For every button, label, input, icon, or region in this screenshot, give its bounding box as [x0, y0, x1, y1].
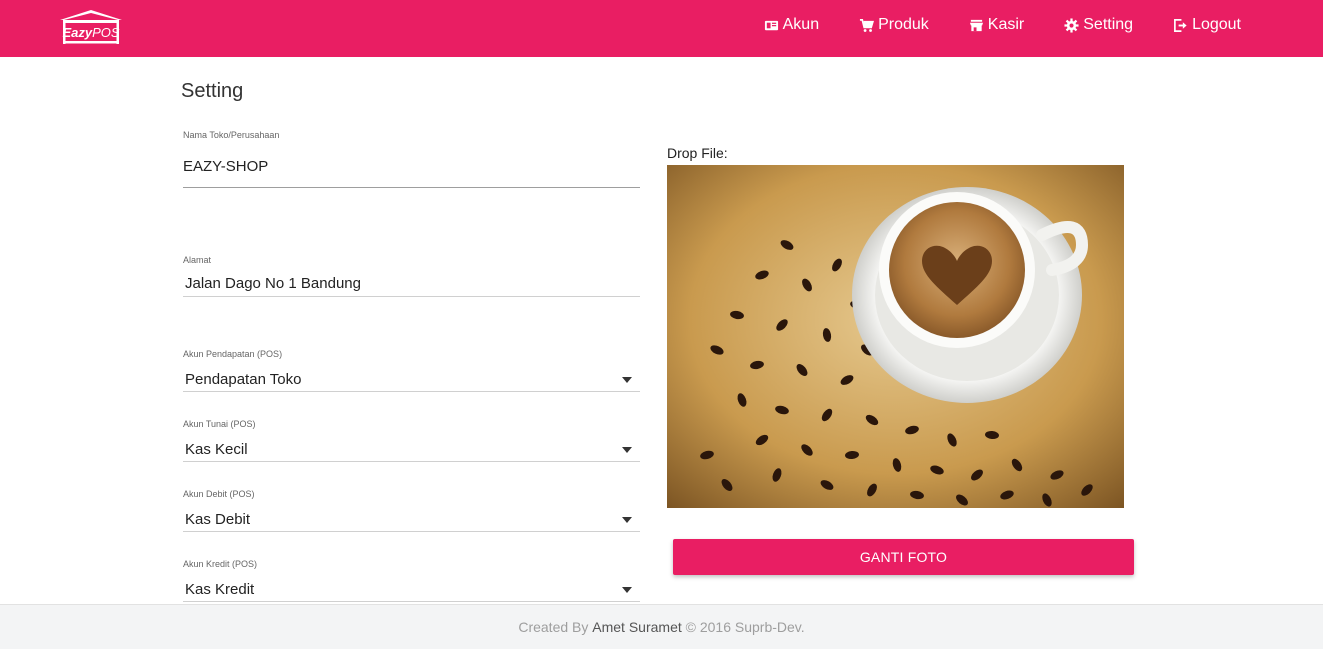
footer-author-link[interactable]: Amet Suramet: [592, 619, 681, 635]
book-icon: [764, 18, 779, 33]
nama-toko-input[interactable]: EAZY-SHOP: [183, 158, 268, 175]
coffee-photo: [667, 165, 1124, 508]
nav-item-label: Akun: [782, 16, 820, 33]
akun-kredit-value: Kas Kredit: [185, 581, 255, 598]
alamat-underline: [183, 296, 640, 297]
chevron-down-icon[interactable]: [622, 587, 632, 593]
alamat-field[interactable]: Alamat Jalan Dago No 1 Bandung: [183, 253, 640, 299]
chevron-down-icon[interactable]: [622, 517, 632, 523]
nav-item-produk[interactable]: Produk: [859, 16, 929, 34]
logout-icon: [1173, 18, 1188, 33]
drop-file-label: Drop File:: [667, 145, 728, 161]
akun-pendapatan-value: Pendapatan Toko: [185, 371, 302, 388]
akun-tunai-select[interactable]: Akun Tunai (POS) Kas Kecil: [183, 417, 640, 463]
footer: Created By Amet Suramet © 2016 Suprb-Dev…: [0, 604, 1323, 649]
svg-text:EazyPOS: EazyPOS: [62, 25, 119, 40]
akun-debit-label: Akun Debit (POS): [183, 489, 255, 499]
nama-toko-label: Nama Toko/Perusahaan: [183, 130, 280, 140]
top-navbar: EazyPOS Akun Produk Kasir Setting Logout: [0, 0, 1323, 57]
store-icon: [969, 18, 984, 33]
nav-item-label: Produk: [878, 16, 929, 33]
chevron-down-icon[interactable]: [622, 377, 632, 383]
akun-kredit-select[interactable]: Akun Kredit (POS) Kas Kredit: [183, 557, 640, 603]
store-photo-dropzone[interactable]: [667, 165, 1124, 508]
chevron-down-icon[interactable]: [622, 447, 632, 453]
eazypos-logo[interactable]: EazyPOS: [58, 8, 124, 46]
footer-copyright: © 2016 Suprb-Dev.: [685, 619, 805, 635]
akun-debit-value: Kas Debit: [185, 511, 251, 528]
nav-item-akun[interactable]: Akun: [764, 16, 819, 34]
nav-item-label: Logout: [1192, 16, 1241, 33]
akun-kredit-underline: [183, 601, 640, 602]
nav-item-logout[interactable]: Logout: [1173, 16, 1241, 34]
akun-debit-select[interactable]: Akun Debit (POS) Kas Debit: [183, 487, 640, 533]
nama-toko-underline: [183, 187, 640, 188]
nav-item-setting[interactable]: Setting: [1064, 16, 1133, 34]
cart-icon: [859, 18, 875, 33]
akun-debit-underline: [183, 531, 640, 532]
akun-tunai-underline: [183, 461, 640, 462]
nav-item-label: Kasir: [987, 16, 1025, 33]
akun-tunai-value: Kas Kecil: [185, 441, 248, 458]
akun-tunai-label: Akun Tunai (POS): [183, 419, 256, 429]
main-nav: Akun Produk Kasir Setting Logout: [724, 0, 1241, 50]
akun-pendapatan-label: Akun Pendapatan (POS): [183, 349, 283, 359]
nav-item-label: Setting: [1083, 16, 1134, 33]
akun-pendapatan-select[interactable]: Akun Pendapatan (POS) Pendapatan Toko: [183, 347, 640, 393]
akun-pendapatan-underline: [183, 391, 640, 392]
nama-toko-field[interactable]: Nama Toko/Perusahaan EAZY-SHOP: [183, 128, 640, 190]
alamat-label: Alamat: [183, 255, 212, 265]
footer-prefix: Created By: [518, 619, 589, 635]
ganti-foto-button[interactable]: GANTI FOTO: [673, 539, 1134, 575]
page-title: Setting: [181, 80, 244, 102]
gear-icon: [1064, 17, 1079, 33]
nav-item-kasir[interactable]: Kasir: [969, 16, 1024, 34]
alamat-input[interactable]: Jalan Dago No 1 Bandung: [185, 275, 361, 292]
akun-kredit-label: Akun Kredit (POS): [183, 559, 258, 569]
